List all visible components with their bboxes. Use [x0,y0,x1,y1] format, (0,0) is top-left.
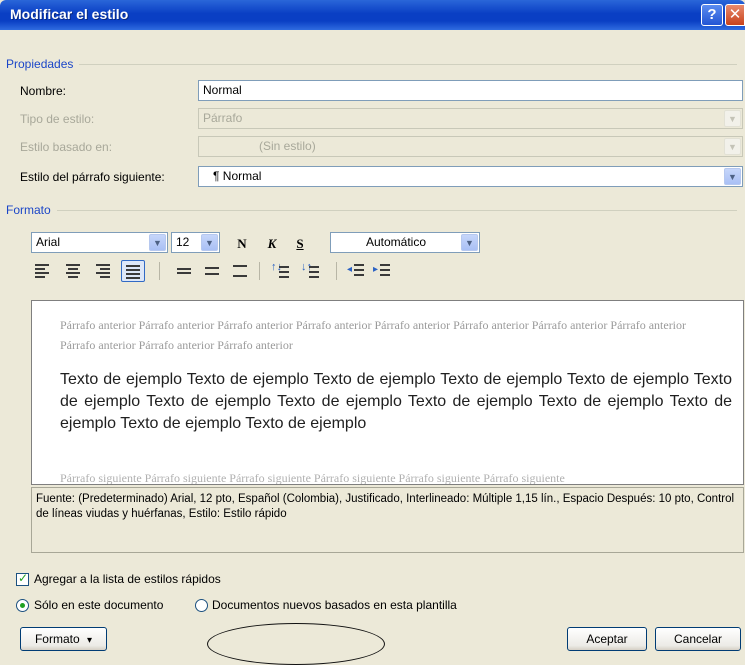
style-type-label: Tipo de estilo: [20,112,95,126]
help-button[interactable]: ? [701,4,723,26]
align-left-icon[interactable] [33,261,53,281]
format-section-label: Formato [6,203,57,217]
align-center-icon[interactable] [63,261,83,281]
cancel-button[interactable]: Cancelar [655,627,741,651]
next-style-value: ¶ Normal [213,169,262,183]
properties-divider [6,64,737,65]
add-quick-styles-label[interactable]: Agregar a la lista de estilos rápidos [34,572,221,586]
annotation-ellipse [207,623,385,665]
font-color-value: Automático [365,235,427,249]
new-documents-label[interactable]: Documentos nuevos basados en esta planti… [212,598,457,612]
justify-icon[interactable] [121,260,145,282]
font-value: Arial [36,235,61,249]
previous-paragraph-preview: Párrafo anterior Párrafo anterior Párraf… [60,318,687,352]
bold-button[interactable]: N [232,234,252,254]
font-size-value: 12 [176,235,190,249]
name-label: Nombre: [20,84,67,98]
underline-button[interactable]: S [290,234,310,254]
increase-spacing-before-icon[interactable]: ↑↓ [271,261,291,281]
properties-section-label: Propiedades [6,57,80,71]
ok-button[interactable]: Aceptar [567,627,647,651]
single-spacing-icon[interactable] [175,261,195,281]
font-size-select[interactable]: 12 ▼ [171,232,220,253]
dialog-title: Modificar el estilo [10,6,129,22]
style-type-select: Párrafo ▼ [198,108,743,129]
format-menu-button[interactable]: Formato ▾ [20,627,107,651]
dropdown-arrow-icon: ▾ [87,635,93,646]
chevron-down-icon: ▼ [724,138,741,155]
name-field[interactable]: Normal [198,80,743,101]
format-button-label: Formato [34,632,80,646]
checkmark-icon: ✓ [18,571,29,585]
next-style-label: Estilo del párrafo siguiente: [20,170,165,184]
increase-indent-icon[interactable]: ▸ [373,261,393,281]
radio-selected-dot [20,603,25,608]
only-this-document-radio[interactable] [16,599,29,612]
toolbar-separator [336,262,337,280]
decrease-indent-icon[interactable]: ◂ [347,261,367,281]
toolbar-separator [159,262,160,280]
double-spacing-icon[interactable] [231,261,251,281]
add-quick-styles-checkbox[interactable]: ✓ [16,571,29,586]
based-on-label: Estilo basado en: [20,140,113,154]
style-preview: Párrafo anterior Párrafo anterior Párraf… [31,300,744,485]
style-description: Fuente: (Predeterminado) Arial, 12 pto, … [31,487,744,553]
based-on-value: (Sin estilo) [259,139,316,153]
sample-text-preview: Texto de ejemplo Texto de ejemplo Texto … [60,371,732,432]
chevron-down-icon: ▼ [724,110,741,127]
chevron-down-icon[interactable]: ▼ [461,234,478,251]
only-this-document-label[interactable]: Sólo en este documento [34,598,163,612]
next-style-select[interactable]: ¶ Normal ▼ [198,166,743,187]
toolbar-separator [259,262,260,280]
one-half-spacing-icon[interactable] [203,261,223,281]
next-paragraph-preview: Párrafo siguiente Párrafo siguiente Párr… [60,471,565,485]
close-button[interactable]: ✕ [725,4,745,26]
modify-style-dialog: Modificar el estilo ? ✕ Propiedades Nomb… [0,0,745,665]
chevron-down-icon[interactable]: ▼ [201,234,218,251]
based-on-select: (Sin estilo) ▼ [198,136,743,157]
chevron-down-icon[interactable]: ▼ [724,168,741,185]
title-bar: Modificar el estilo ? ✕ [0,0,745,30]
font-select[interactable]: Arial ▼ [31,232,168,253]
format-divider [6,210,737,211]
style-type-value: Párrafo [203,111,243,125]
chevron-down-icon[interactable]: ▼ [149,234,166,251]
font-color-select[interactable]: Automático ▼ [330,232,480,253]
new-documents-radio[interactable] [195,599,208,612]
decrease-spacing-before-icon[interactable]: ↓↑ [301,261,321,281]
italic-button[interactable]: K [262,234,282,254]
align-right-icon[interactable] [93,261,113,281]
